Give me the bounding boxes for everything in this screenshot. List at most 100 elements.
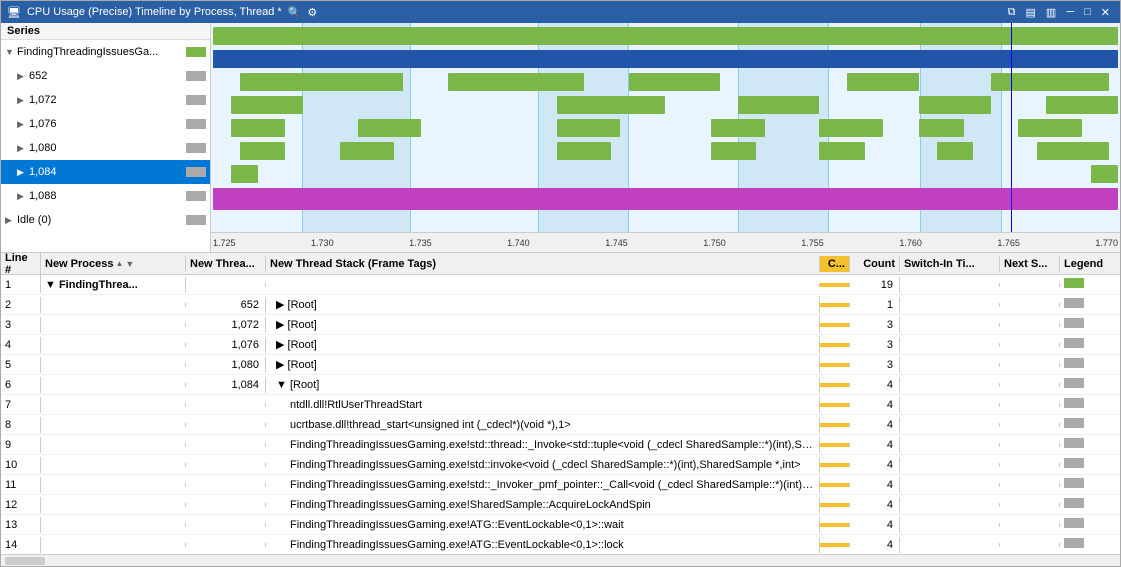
tile-v-button[interactable]: ▥	[1042, 6, 1060, 19]
table-row[interactable]: 1 ▼ FindingThrea... 19	[1, 275, 1120, 295]
row-switchin	[900, 503, 1000, 507]
table-row[interactable]: 14 FindingThreadingIssuesGaming.exe!ATG:…	[1, 535, 1120, 554]
row-process	[41, 523, 186, 527]
minimize-button[interactable]: ─	[1062, 6, 1078, 19]
table-row[interactable]: 5 1,080 ▶ [Root] 3	[1, 355, 1120, 375]
row-thread	[186, 403, 266, 407]
row-cpu	[820, 283, 850, 287]
tile-h-button[interactable]: ▤	[1022, 6, 1040, 19]
col-header-cpu[interactable]: C...	[820, 256, 850, 272]
table-row[interactable]: 7 ntdll.dll!RtlUserThreadStart 4	[1, 395, 1120, 415]
series-item-idle[interactable]: ▶ Idle (0)	[1, 208, 210, 232]
row-cpu	[820, 343, 850, 347]
cpu-icon: 🖥	[7, 6, 21, 19]
row-stack: ▶ [Root]	[266, 356, 820, 373]
row-nexts	[1000, 483, 1060, 487]
ruler-mark-1: 1.730	[311, 238, 334, 248]
row-nexts	[1000, 323, 1060, 327]
row-line: 3	[1, 317, 41, 333]
table-row[interactable]: 12 FindingThreadingIssuesGaming.exe!Shar…	[1, 495, 1120, 515]
col-header-nexts[interactable]: Next S...	[1000, 256, 1060, 272]
row-legend	[1060, 296, 1120, 313]
col-header-process[interactable]: New Process ▲ ▼	[41, 256, 186, 272]
row-stack: FindingThreadingIssuesGaming.exe!std::_I…	[266, 477, 820, 493]
expand-icon-1076: ▶	[17, 119, 29, 130]
series-item-1072[interactable]: ▶ 1,072	[1, 88, 210, 112]
row-nexts	[1000, 423, 1060, 427]
legend-swatch-gray	[1064, 458, 1084, 468]
row-legend	[1060, 376, 1120, 393]
row-switchin	[900, 383, 1000, 387]
col-header-legend[interactable]: Legend	[1060, 256, 1120, 272]
row-count: 1	[850, 297, 900, 313]
scrollbar-thumb[interactable]	[5, 557, 45, 565]
table-row[interactable]: 10 FindingThreadingIssuesGaming.exe!std:…	[1, 455, 1120, 475]
series-item-1080[interactable]: ▶ 1,080	[1, 136, 210, 160]
restore-button[interactable]: ⧉	[1004, 6, 1020, 19]
col-header-stack[interactable]: New Thread Stack (Frame Tags)	[266, 256, 820, 272]
row-nexts	[1000, 443, 1060, 447]
filter-btn-process[interactable]: ▼	[125, 259, 134, 269]
track-bar-1084a	[240, 142, 285, 160]
row-stack: FindingThreadingIssuesGaming.exe!SharedS…	[266, 497, 820, 513]
series-item-1084[interactable]: ▶ 1,084	[1, 160, 210, 184]
col-header-line[interactable]: Line #	[1, 253, 41, 278]
table-body[interactable]: 1 ▼ FindingThrea... 19 2 652 ▶ [Root] 1	[1, 275, 1120, 554]
track-bar-1084f	[937, 142, 973, 160]
series-item-1088[interactable]: ▶ 1,088	[1, 184, 210, 208]
col-header-thread[interactable]: New Threa...	[186, 256, 266, 272]
series-color-1076	[186, 119, 206, 129]
row-count: 4	[850, 537, 900, 553]
table-row[interactable]: 11 FindingThreadingIssuesGaming.exe!std:…	[1, 475, 1120, 495]
col-header-switchin[interactable]: Switch-In Ti...	[900, 256, 1000, 272]
table-row[interactable]: 8 ucrtbase.dll!thread_start<unsigned int…	[1, 415, 1120, 435]
series-item-finding[interactable]: ▼ FindingThreadingIssuesGa...	[1, 40, 210, 64]
horizontal-scrollbar[interactable]	[1, 554, 1120, 566]
gear-icon[interactable]: ⚙	[307, 6, 317, 19]
search-icon[interactable]: 🔍	[288, 6, 302, 19]
row-legend	[1060, 456, 1120, 473]
row-thread: 1,080	[186, 357, 266, 373]
row-cpu	[820, 323, 850, 327]
series-header: Series	[1, 23, 210, 40]
window-title: CPU Usage (Precise) Timeline by Process,…	[27, 6, 282, 18]
row-cpu	[820, 363, 850, 367]
track-bar-1080f	[919, 119, 964, 137]
row-thread	[186, 543, 266, 547]
ruler-mark-3: 1.740	[507, 238, 530, 248]
chart-panel[interactable]: 1.725 1.730 1.735 1.740 1.745 1.750 1.75…	[211, 23, 1120, 252]
track-1072	[213, 71, 1118, 93]
series-name-1076: 1,076	[29, 118, 186, 130]
row-switchin	[900, 423, 1000, 427]
table-row[interactable]: 4 1,076 ▶ [Root] 3	[1, 335, 1120, 355]
maximize-button[interactable]: □	[1080, 6, 1095, 19]
row-thread: 652	[186, 297, 266, 313]
legend-swatch-gray	[1064, 538, 1084, 548]
table-row[interactable]: 9 FindingThreadingIssuesGaming.exe!std::…	[1, 435, 1120, 455]
row-count: 3	[850, 337, 900, 353]
legend-swatch-gray	[1064, 438, 1084, 448]
title-bar: 🖥 CPU Usage (Precise) Timeline by Proces…	[1, 1, 1120, 23]
series-item-652[interactable]: ▶ 652	[1, 64, 210, 88]
row-cpu	[820, 443, 850, 447]
track-bar-1076a	[231, 96, 303, 114]
row-stack	[266, 283, 820, 287]
bottom-panel: Line # New Process ▲ ▼ New Threa... New …	[1, 253, 1120, 566]
table-row[interactable]: 13 FindingThreadingIssuesGaming.exe!ATG:…	[1, 515, 1120, 535]
row-stack: ▼ [Root]	[266, 377, 820, 393]
table-row[interactable]: 6 1,084 ▼ [Root] 4	[1, 375, 1120, 395]
series-item-1076[interactable]: ▶ 1,076	[1, 112, 210, 136]
row-cpu	[820, 463, 850, 467]
row-nexts	[1000, 383, 1060, 387]
row-switchin	[900, 443, 1000, 447]
close-button[interactable]: ✕	[1097, 6, 1114, 19]
col-header-count[interactable]: Count	[850, 256, 900, 272]
table-row[interactable]: 3 1,072 ▶ [Root] 3	[1, 315, 1120, 335]
table-row[interactable]: 2 652 ▶ [Root] 1	[1, 295, 1120, 315]
track-bar-1076e	[1046, 96, 1118, 114]
top-panel: Series ▼ FindingThreadingIssuesGa... ▶ 6…	[1, 23, 1120, 253]
row-thread	[186, 463, 266, 467]
row-process	[41, 483, 186, 487]
row-thread: 1,076	[186, 337, 266, 353]
track-bar-1072e	[991, 73, 1109, 91]
